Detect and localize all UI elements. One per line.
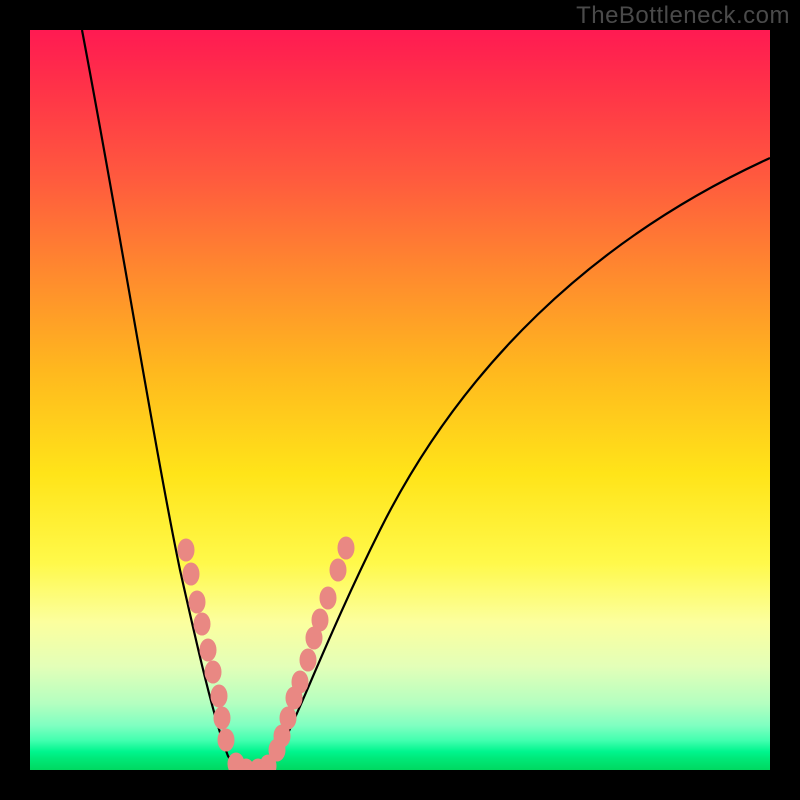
data-marker — [200, 639, 216, 661]
chart-frame: TheBottleneck.com — [0, 0, 800, 800]
data-marker — [205, 661, 221, 683]
plot-area — [30, 30, 770, 770]
data-marker — [214, 707, 230, 729]
marker-layer — [178, 537, 354, 770]
data-marker — [178, 539, 194, 561]
data-marker — [183, 563, 199, 585]
data-marker — [189, 591, 205, 613]
data-marker — [218, 729, 234, 751]
data-marker — [211, 685, 227, 707]
data-marker — [280, 707, 296, 729]
chart-svg — [30, 30, 770, 770]
data-marker — [194, 613, 210, 635]
watermark-text: TheBottleneck.com — [576, 2, 790, 30]
data-marker — [330, 559, 346, 581]
bottleneck-curve — [82, 30, 770, 770]
data-marker — [300, 649, 316, 671]
data-marker — [320, 587, 336, 609]
data-marker — [292, 671, 308, 693]
data-marker — [338, 537, 354, 559]
data-marker — [312, 609, 328, 631]
